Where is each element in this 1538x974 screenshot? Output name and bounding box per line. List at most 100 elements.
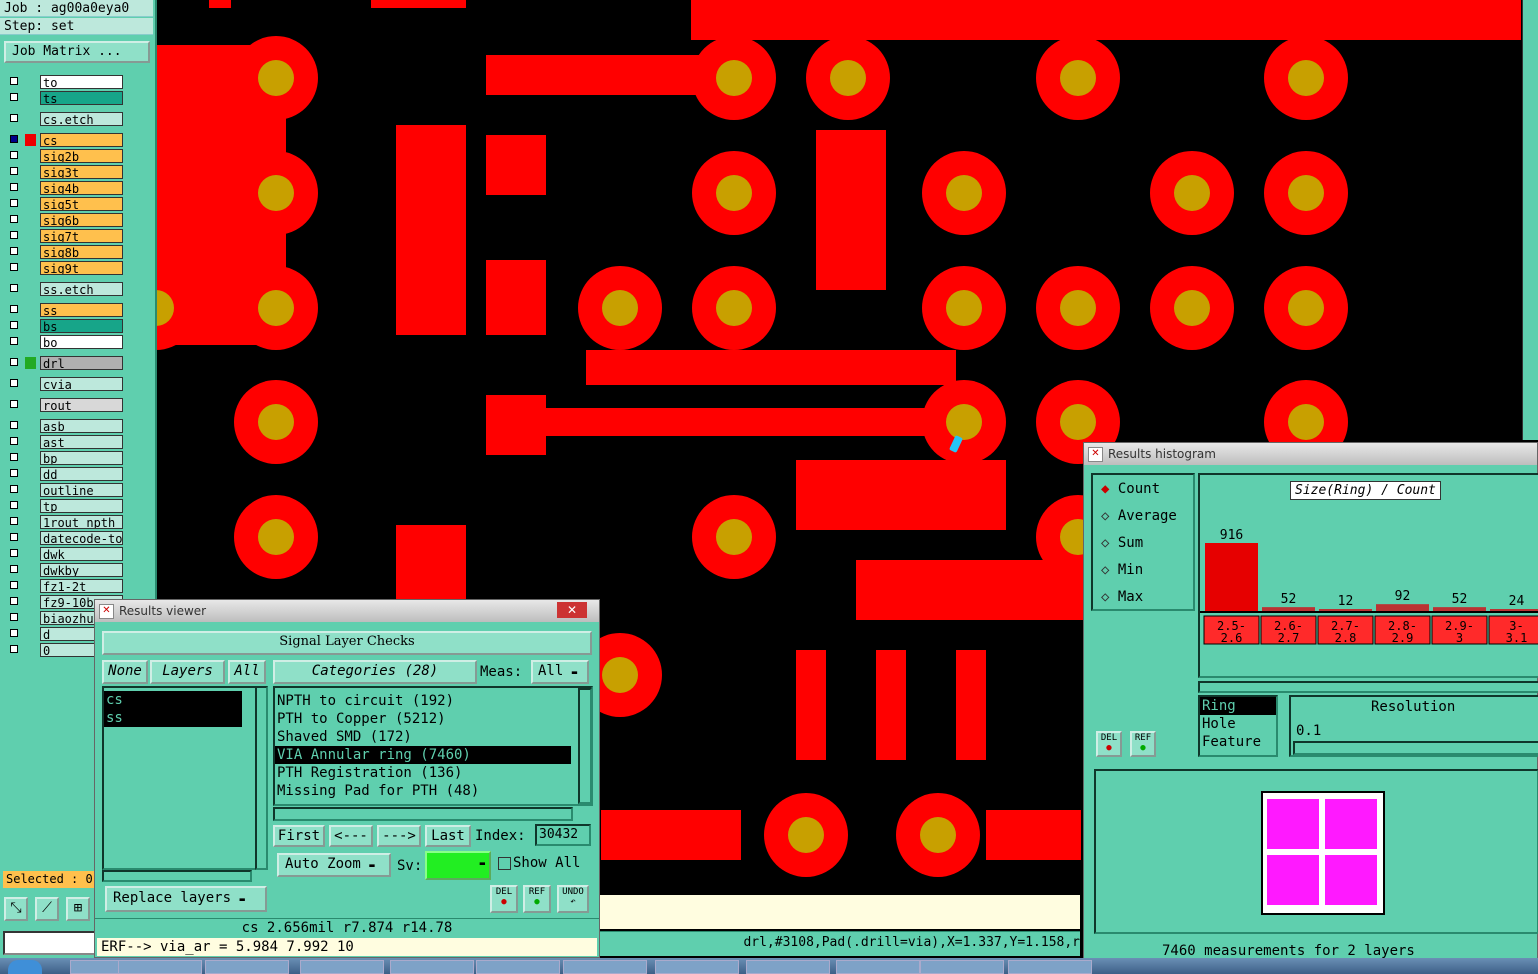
layer-checkbox[interactable] [10, 379, 18, 387]
layer-name[interactable]: ss.etch [40, 282, 123, 296]
histogram-bar[interactable] [1376, 604, 1429, 611]
resolution-slider[interactable] [1293, 741, 1538, 755]
start-button[interactable] [8, 960, 42, 974]
layer-checkbox[interactable] [10, 215, 18, 223]
layer-row-dd[interactable]: dd [6, 467, 124, 481]
layer-row-outline[interactable]: outline [6, 483, 124, 497]
taskbar-button[interactable] [390, 960, 474, 974]
layer-row-fz1-2t[interactable]: fz1-2t [6, 579, 124, 593]
layer-checkbox[interactable] [10, 199, 18, 207]
ref-button[interactable]: REF ● [523, 885, 551, 913]
layer-checkbox[interactable] [10, 321, 18, 329]
layer-name[interactable]: fz1-2t [40, 579, 123, 593]
layer-row-ts[interactable]: ts [6, 91, 124, 105]
layer-checkbox[interactable] [10, 549, 18, 557]
measure-button[interactable]: ⟋ [35, 897, 59, 921]
replace-layers-select[interactable]: Replace layers ▬ [105, 886, 267, 912]
layer-checkbox[interactable] [10, 645, 18, 653]
layer-checkbox[interactable] [10, 469, 18, 477]
histogram-bar[interactable] [1490, 609, 1538, 611]
categories-button[interactable]: Categories (28) [273, 660, 477, 684]
field-item[interactable]: Hole [1200, 715, 1276, 733]
histogram-bar[interactable] [1433, 607, 1486, 611]
layer-row-sig5t[interactable]: sig5t [6, 197, 124, 211]
layer-row-datecode-to[interactable]: datecode-to [6, 531, 124, 545]
layer-row-ss[interactable]: ss [6, 303, 124, 317]
layer-checkbox[interactable] [10, 183, 18, 191]
results-histogram-titlebar[interactable]: ✕ Results histogram [1084, 443, 1537, 465]
layer-row-drl[interactable]: drl [6, 356, 124, 370]
layer-checkbox[interactable] [10, 167, 18, 175]
all-layers-button[interactable]: All [228, 660, 266, 684]
field-list[interactable]: Ring Hole Feature [1198, 695, 1278, 757]
layer-checkbox[interactable] [10, 453, 18, 461]
layer-name[interactable]: sig2b [40, 149, 123, 163]
layer-checkbox[interactable] [10, 247, 18, 255]
layer-row-dwk[interactable]: dwk [6, 547, 124, 561]
layers-scrollbar[interactable] [255, 686, 268, 870]
layer-checkbox[interactable] [10, 597, 18, 605]
layer-name[interactable]: to [40, 75, 123, 89]
index-input[interactable]: 30432 [535, 824, 591, 846]
layer-name[interactable]: outline [40, 483, 123, 497]
layer-checkbox[interactable] [10, 93, 18, 101]
layer-checkbox[interactable] [10, 501, 18, 509]
layer-name[interactable]: sig7t [40, 229, 123, 243]
layer-name[interactable]: cs [40, 133, 123, 147]
job-matrix-button[interactable]: Job Matrix ... [4, 41, 150, 63]
del-button[interactable]: DEL ● [490, 885, 518, 913]
layer-name[interactable]: dwk [40, 547, 123, 561]
category-item[interactable]: NPTH to circuit (192) [275, 692, 571, 710]
zoom-fit-button[interactable]: ⤡ [4, 897, 28, 921]
taskbar-button[interactable] [920, 960, 1004, 974]
layer-row-tp[interactable]: tp [6, 499, 124, 513]
meas-select[interactable]: All ▬ [531, 660, 589, 684]
layer-name[interactable]: ss [40, 303, 123, 317]
layer-row-cvia[interactable]: cvia [6, 377, 124, 391]
category-item[interactable]: VIA Annular ring (7460) [275, 746, 571, 764]
layer-row-ss.etch[interactable]: ss.etch [6, 282, 124, 296]
taskbar-button[interactable] [205, 960, 289, 974]
taskbar-button[interactable] [655, 960, 739, 974]
taskbar-button[interactable] [563, 960, 647, 974]
first-button[interactable]: First [273, 825, 325, 847]
taskbar-button[interactable] [476, 960, 560, 974]
none-button[interactable]: None [102, 660, 148, 684]
layer-row-to[interactable]: to [6, 75, 124, 89]
layer-checkbox[interactable] [10, 533, 18, 541]
layer-row-sig4b[interactable]: sig4b [6, 181, 124, 195]
grid-button[interactable]: ⊞ [66, 897, 90, 921]
category-item[interactable]: PTH to Copper (5212) [275, 710, 571, 728]
layer-checkbox[interactable] [10, 581, 18, 589]
layer-name[interactable]: dwkby [40, 563, 123, 577]
layer-row-dwkby[interactable]: dwkby [6, 563, 124, 577]
layer-checkbox[interactable] [10, 400, 18, 408]
layer-row-sig9t[interactable]: sig9t [6, 261, 124, 275]
next-button[interactable]: ---> [377, 825, 421, 847]
board-preview-thumbnail[interactable] [1261, 791, 1385, 915]
undo-button[interactable]: UNDO ↶ [557, 885, 589, 913]
layer-row-asb[interactable]: asb [6, 419, 124, 433]
category-item[interactable]: Missing Pad for PTH (48) [275, 782, 571, 800]
histogram-bar[interactable] [1205, 543, 1258, 611]
histogram-bar[interactable] [1319, 609, 1372, 611]
close-button[interactable]: ✕ [557, 602, 587, 618]
category-item[interactable]: PTH Registration (136) [275, 764, 571, 782]
layer-name[interactable]: cs.etch [40, 112, 123, 126]
taskbar-button[interactable] [836, 960, 920, 974]
layer-row-sig2b[interactable]: sig2b [6, 149, 124, 163]
layer-checkbox[interactable] [10, 151, 18, 159]
layer-name[interactable]: rout [40, 398, 123, 412]
layer-row-sig3t[interactable]: sig3t [6, 165, 124, 179]
layer-checkbox[interactable] [10, 135, 18, 143]
layer-row-bo[interactable]: bo [6, 335, 124, 349]
auto-zoom-select[interactable]: Auto Zoom ▬ [277, 853, 391, 877]
layer-row-bs[interactable]: bs [6, 319, 124, 333]
category-item[interactable]: Shaved SMD (172) [275, 728, 571, 746]
layer-checkbox[interactable] [10, 263, 18, 271]
mode-radio-min[interactable]: ◇ Min [1101, 562, 1143, 578]
layer-row-1rout_npth_[interactable]: 1rout_npth_ [6, 515, 124, 529]
layer-name[interactable]: bs [40, 319, 123, 333]
layer-checkbox[interactable] [10, 358, 18, 366]
layer-row-cs.etch[interactable]: cs.etch [6, 112, 124, 126]
